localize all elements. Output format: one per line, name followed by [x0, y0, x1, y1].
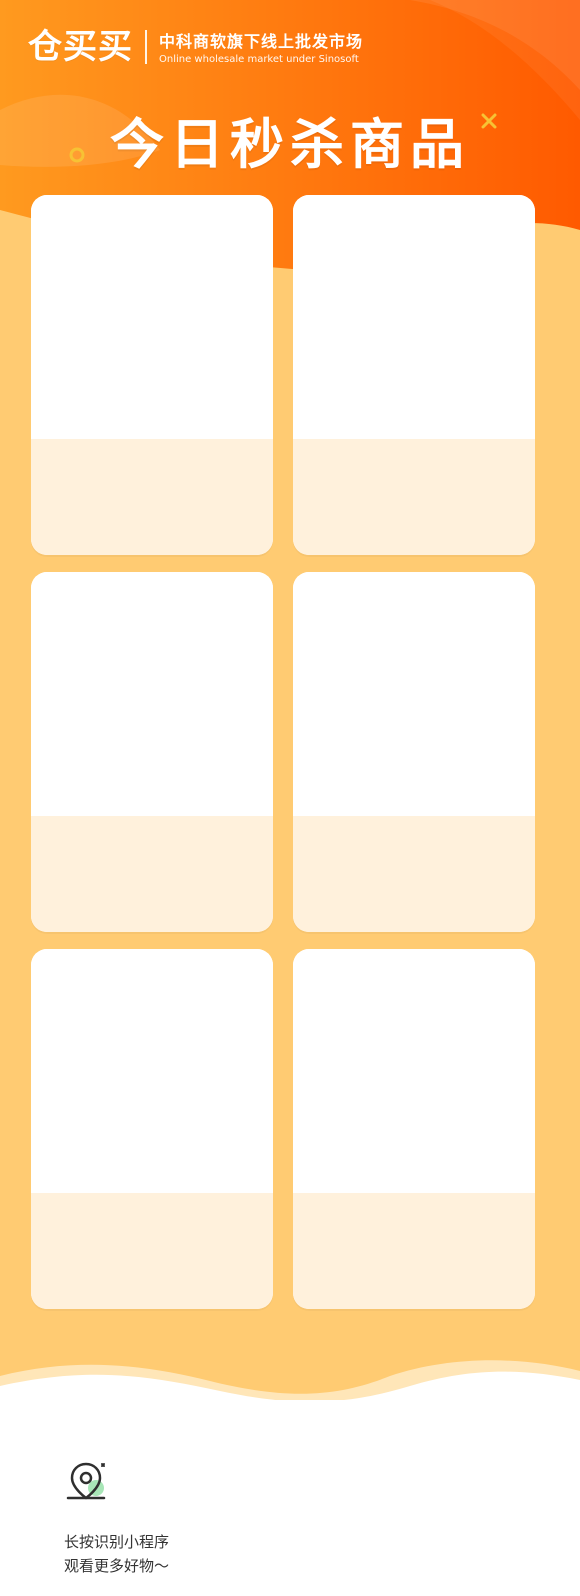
brand-divider: [145, 29, 147, 64]
page-headline: 今日秒杀商品: [110, 113, 470, 176]
product-info-area: [31, 1193, 273, 1309]
product-image-area: [31, 572, 273, 816]
product-image-area: [31, 949, 273, 1193]
product-card[interactable]: [293, 949, 535, 1309]
product-info-area: [31, 816, 273, 932]
promo-page: 仓买买 中科商软旗下线上批发市场 Online wholesale market…: [0, 0, 580, 1596]
product-info-area: [31, 439, 273, 555]
product-info-area: [293, 439, 535, 555]
product-image-area: [293, 195, 535, 439]
footer-line-2: 观看更多好物～: [64, 1557, 170, 1575]
product-card[interactable]: [31, 949, 273, 1309]
brand: 仓买买 中科商软旗下线上批发市场 Online wholesale market…: [28, 28, 363, 65]
brand-title: 中科商软旗下线上批发市场: [159, 32, 364, 51]
product-info-area: [293, 1193, 535, 1309]
product-image-area: [31, 195, 273, 439]
footer-text: 长按识别小程序 观看更多好物～: [64, 1530, 169, 1578]
mini-program-location-icon: [66, 1462, 106, 1500]
product-image-area: [293, 949, 535, 1193]
product-info-area: [293, 816, 535, 932]
app-logo: 仓买买: [28, 26, 133, 67]
product-card[interactable]: [31, 572, 273, 932]
product-card[interactable]: [31, 195, 273, 555]
product-image-area: [293, 572, 535, 816]
footer-line-1: 长按识别小程序: [64, 1533, 170, 1551]
brand-text: 中科商软旗下线上批发市场 Online wholesale market und…: [159, 28, 363, 65]
product-card[interactable]: [293, 195, 535, 555]
product-card[interactable]: [293, 572, 535, 932]
brand-subtitle: Online wholesale market under Sinosoft: [159, 54, 359, 65]
